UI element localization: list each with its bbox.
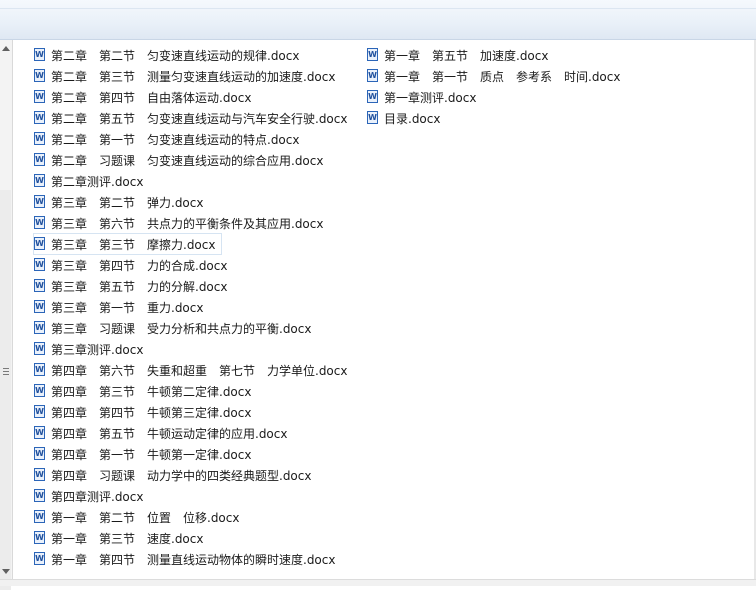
word-docx-icon <box>34 404 45 418</box>
word-docx-icon <box>34 551 45 565</box>
file-name: 第四章测评.docx <box>51 489 144 504</box>
status-bar <box>0 579 756 586</box>
navigation-pane-scrollbar[interactable] <box>0 40 13 590</box>
file-item[interactable]: 第三章 第一节 重力.docx <box>34 297 209 317</box>
word-docx-icon <box>34 383 45 397</box>
file-name: 第一章 第三节 速度.docx <box>51 531 204 546</box>
word-docx-icon <box>34 299 45 313</box>
file-item[interactable]: 第一章 第一节 质点 参考系 时间.docx <box>367 66 626 86</box>
file-item[interactable]: 第一章 第四节 测量直线运动物体的瞬时速度.docx <box>34 549 341 569</box>
word-docx-icon <box>34 89 45 103</box>
file-item[interactable]: 第四章 第三节 牛顿第二定律.docx <box>34 381 257 401</box>
file-name: 第二章 第四节 自由落体运动.docx <box>51 90 252 105</box>
toolbar-divider <box>0 8 756 9</box>
word-docx-icon <box>34 194 45 208</box>
word-docx-icon <box>34 110 45 124</box>
word-docx-icon <box>34 257 45 271</box>
file-name: 第二章测评.docx <box>51 174 144 189</box>
file-name: 第四章 习题课 动力学中的四类经典题型.docx <box>51 468 312 483</box>
file-item[interactable]: 第四章 第五节 牛顿运动定律的应用.docx <box>34 423 293 443</box>
file-item[interactable]: 第四章测评.docx <box>34 486 149 506</box>
file-name: 第一章测评.docx <box>384 90 477 105</box>
scrollbar-thumb[interactable] <box>0 190 11 590</box>
file-item[interactable]: 第二章 第三节 测量匀变速直线运动的加速度.docx <box>34 66 341 86</box>
word-docx-icon <box>34 530 45 544</box>
word-docx-icon <box>367 47 378 61</box>
file-name: 第四章 第一节 牛顿第一定律.docx <box>51 447 252 462</box>
file-item[interactable]: 第二章 第二节 匀变速直线运动的规律.docx <box>34 45 305 65</box>
file-name: 第三章 第四节 力的合成.docx <box>51 258 228 273</box>
file-item[interactable]: 第四章 第一节 牛顿第一定律.docx <box>34 444 257 464</box>
word-docx-icon <box>34 236 45 250</box>
file-name: 第一章 第四节 测量直线运动物体的瞬时速度.docx <box>51 552 336 567</box>
file-item-selected[interactable]: 第三章 第三节 摩擦力.docx <box>32 233 223 255</box>
file-name: 第三章 第六节 共点力的平衡条件及其应用.docx <box>51 216 324 231</box>
word-docx-icon <box>34 425 45 439</box>
scroll-up-icon[interactable] <box>2 46 10 51</box>
file-name: 目录.docx <box>384 111 441 126</box>
file-item[interactable]: 第四章 第六节 失重和超重 第七节 力学单位.docx <box>34 360 353 380</box>
word-docx-icon <box>34 152 45 166</box>
file-name: 第四章 第三节 牛顿第二定律.docx <box>51 384 252 399</box>
word-docx-icon <box>34 131 45 145</box>
word-docx-icon <box>34 47 45 61</box>
file-item[interactable]: 第三章 第四节 力的合成.docx <box>34 255 233 275</box>
file-name: 第一章 第五节 加速度.docx <box>384 48 549 63</box>
file-item[interactable]: 第一章 第三节 速度.docx <box>34 528 209 548</box>
file-item[interactable]: 第三章 第二节 弹力.docx <box>34 192 209 212</box>
word-docx-icon <box>367 110 378 124</box>
file-name: 第三章 第五节 力的分解.docx <box>51 279 228 294</box>
word-docx-icon <box>34 68 45 82</box>
word-docx-icon <box>34 278 45 292</box>
file-item[interactable]: 第一章测评.docx <box>367 87 482 107</box>
word-docx-icon <box>34 173 45 187</box>
file-item[interactable]: 第四章 第四节 牛顿第三定律.docx <box>34 402 257 422</box>
word-docx-icon <box>34 488 45 502</box>
file-name: 第三章 习题课 受力分析和共点力的平衡.docx <box>51 321 312 336</box>
word-docx-icon <box>34 509 45 523</box>
file-name: 第二章 第二节 匀变速直线运动的规律.docx <box>51 48 300 63</box>
splitter-grip-icon[interactable] <box>3 368 9 377</box>
file-name: 第三章 第一节 重力.docx <box>51 300 204 315</box>
word-docx-icon <box>34 362 45 376</box>
file-item[interactable]: 第一章 第二节 位置 位移.docx <box>34 507 245 527</box>
file-name: 第四章 第五节 牛顿运动定律的应用.docx <box>51 426 288 441</box>
file-item[interactable]: 第二章测评.docx <box>34 171 149 191</box>
word-docx-icon <box>367 89 378 103</box>
file-name: 第二章 第五节 匀变速直线运动与汽车安全行驶.docx <box>51 111 348 126</box>
word-docx-icon <box>34 446 45 460</box>
file-item[interactable]: 第四章 习题课 动力学中的四类经典题型.docx <box>34 465 317 485</box>
file-name: 第二章 第三节 测量匀变速直线运动的加速度.docx <box>51 69 336 84</box>
file-name: 第四章 第六节 失重和超重 第七节 力学单位.docx <box>51 363 348 378</box>
file-name: 第三章 第二节 弹力.docx <box>51 195 204 210</box>
file-item[interactable]: 第二章 第五节 匀变速直线运动与汽车安全行驶.docx <box>34 108 353 128</box>
file-item[interactable]: 第二章 第四节 自由落体运动.docx <box>34 87 257 107</box>
word-docx-icon <box>34 467 45 481</box>
file-name: 第二章 习题课 匀变速直线运动的综合应用.docx <box>51 153 324 168</box>
file-item[interactable]: 第三章 习题课 受力分析和共点力的平衡.docx <box>34 318 317 338</box>
file-item[interactable]: 第二章 习题课 匀变速直线运动的综合应用.docx <box>34 150 329 170</box>
explorer-toolbar <box>0 0 756 40</box>
file-item[interactable]: 第二章 第一节 匀变速直线运动的特点.docx <box>34 129 305 149</box>
file-name: 第四章 第四节 牛顿第三定律.docx <box>51 405 252 420</box>
file-item[interactable]: 第一章 第五节 加速度.docx <box>367 45 554 65</box>
scroll-down-icon[interactable] <box>2 569 10 574</box>
file-name: 第一章 第一节 质点 参考系 时间.docx <box>384 69 621 84</box>
file-name: 第三章 第三节 摩擦力.docx <box>51 237 216 252</box>
file-item[interactable]: 第三章 第六节 共点力的平衡条件及其应用.docx <box>34 213 329 233</box>
word-docx-icon <box>34 341 45 355</box>
file-item[interactable]: 第三章测评.docx <box>34 339 149 359</box>
file-name: 第三章测评.docx <box>51 342 144 357</box>
file-name: 第一章 第二节 位置 位移.docx <box>51 510 240 525</box>
word-docx-icon <box>367 68 378 82</box>
file-name: 第二章 第一节 匀变速直线运动的特点.docx <box>51 132 300 147</box>
word-docx-icon <box>34 320 45 334</box>
file-item[interactable]: 目录.docx <box>367 108 446 128</box>
word-docx-icon <box>34 215 45 229</box>
file-item[interactable]: 第三章 第五节 力的分解.docx <box>34 276 233 296</box>
